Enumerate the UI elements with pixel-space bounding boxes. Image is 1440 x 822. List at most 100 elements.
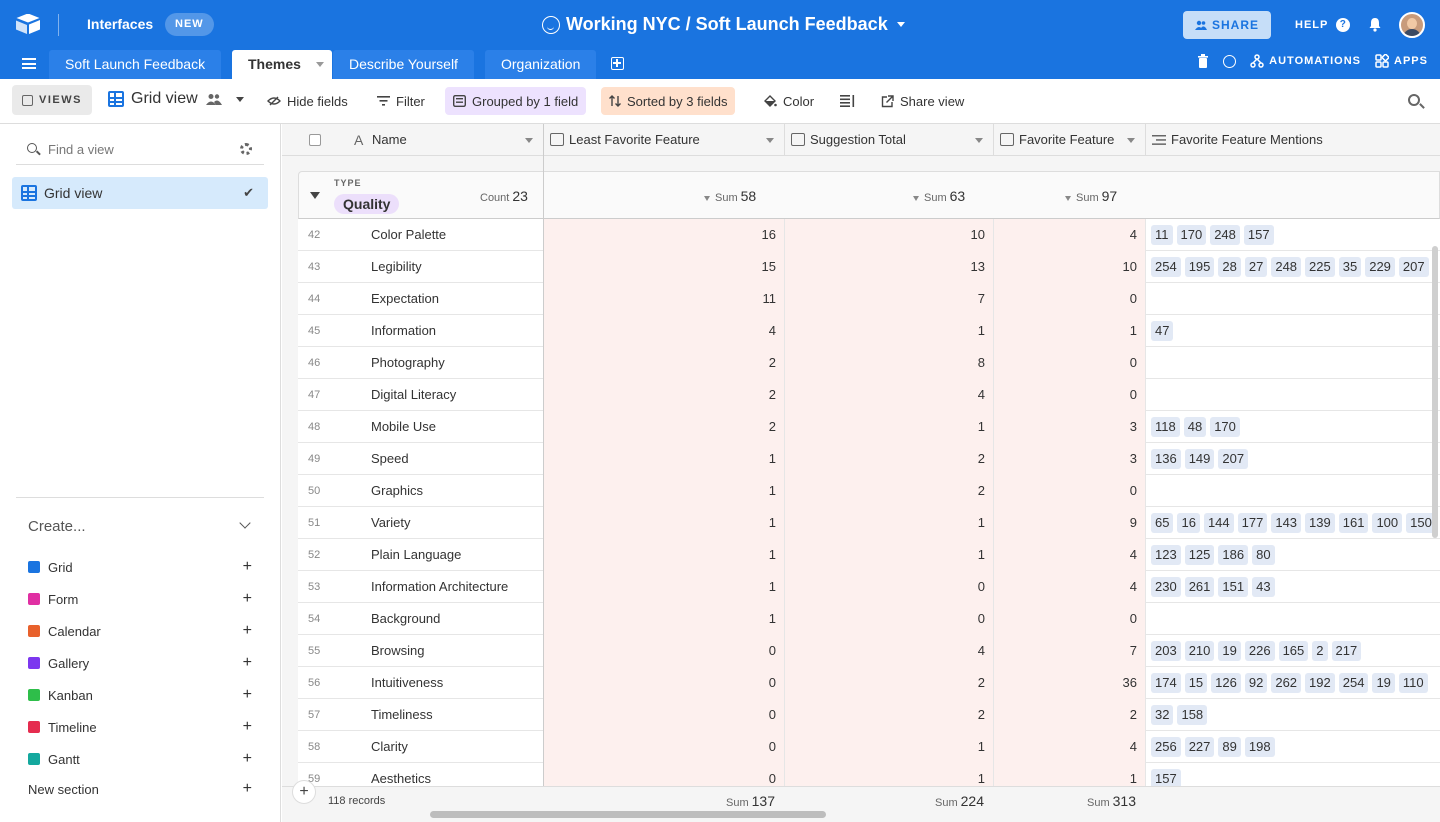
cell-suggestion[interactable]: 10	[785, 219, 994, 251]
hide-fields-button[interactable]: Hide fields	[259, 87, 356, 115]
linked-record-pill[interactable]: 27	[1244, 257, 1268, 277]
cell-name[interactable]: Legibility	[360, 251, 544, 283]
cell-least[interactable]: 2	[544, 379, 785, 411]
help-button[interactable]: HELP ?	[1295, 18, 1351, 32]
table-row[interactable]: 55 Browsing 0 4 7 203 210 19 226 165 2 217	[298, 635, 1440, 667]
vertical-scrollbar[interactable]	[1432, 246, 1438, 538]
linked-record-pill[interactable]: 136	[1151, 449, 1181, 469]
table-row[interactable]: 53 Information Architecture 1 0 4 230 261 151 43	[298, 571, 1440, 603]
linked-record-pill[interactable]: 15	[1184, 673, 1208, 693]
cell-mentions[interactable]	[1146, 379, 1440, 411]
cell-least[interactable]: 1	[544, 603, 785, 635]
linked-record-pill[interactable]: 226	[1244, 641, 1275, 661]
views-toggle-button[interactable]: VIEWS	[12, 85, 92, 115]
create-view-grid[interactable]: Grid +	[28, 558, 252, 578]
cell-favorite[interactable]: 3	[994, 443, 1146, 475]
linked-record-pill[interactable]: 161	[1338, 513, 1369, 533]
cell-favorite[interactable]: 4	[994, 571, 1146, 603]
linked-record-pill[interactable]: 158	[1177, 705, 1208, 725]
footer-sum-suggestion[interactable]: Sum 224	[935, 793, 984, 809]
table-row[interactable]: 49 Speed 1 2 3 136 149 207	[298, 443, 1440, 475]
cell-name[interactable]: Information Architecture	[360, 571, 544, 603]
linked-record-pill[interactable]: 177	[1237, 513, 1268, 533]
cell-name[interactable]: Color Palette	[360, 219, 544, 251]
group-sum-suggestion[interactable]: Sum 63	[913, 188, 965, 204]
cell-suggestion[interactable]: 7	[785, 283, 994, 315]
avatar[interactable]	[1399, 12, 1425, 38]
linked-record-pill[interactable]: 198	[1244, 737, 1275, 757]
column-header-mentions[interactable]: Favorite Feature Mentions	[1146, 124, 1440, 156]
history-icon[interactable]	[1223, 54, 1237, 68]
cell-least[interactable]: 0	[544, 731, 785, 763]
cell-mentions[interactable]: 65 16 144 177 143 139 161 100 150	[1146, 507, 1440, 539]
cell-favorite[interactable]: 0	[994, 283, 1146, 315]
cell-mentions[interactable]: 256 227 89 198	[1146, 731, 1440, 763]
linked-record-pill[interactable]: 170	[1176, 225, 1207, 245]
linked-record-pill[interactable]: 32	[1151, 705, 1174, 725]
cell-least[interactable]: 1	[544, 443, 785, 475]
table-row[interactable]: 45 Information 4 1 1 47	[298, 315, 1440, 347]
automations-button[interactable]: AUTOMATIONS	[1250, 54, 1361, 68]
linked-record-pill[interactable]: 256	[1151, 737, 1181, 757]
tab-themes[interactable]: Themes	[232, 50, 332, 79]
add-table-icon[interactable]	[611, 57, 624, 70]
column-header-favorite-feature[interactable]: Favorite Feature	[994, 124, 1146, 156]
cell-name[interactable]: Background	[360, 603, 544, 635]
table-row[interactable]: 42 Color Palette 16 10 4 11 170 248 157	[298, 219, 1440, 251]
linked-record-pill[interactable]: 35	[1338, 257, 1362, 277]
linked-record-pill[interactable]: 19	[1218, 641, 1241, 661]
cell-least[interactable]: 1	[544, 539, 785, 571]
linked-record-pill[interactable]: 254	[1151, 257, 1181, 277]
linked-record-pill[interactable]: 165	[1278, 641, 1309, 661]
linked-record-pill[interactable]: 100	[1372, 513, 1403, 533]
find-view-input[interactable]: Find a view	[16, 137, 264, 165]
create-view-form[interactable]: Form +	[28, 590, 252, 610]
cell-mentions[interactable]: 11 170 248 157	[1146, 219, 1440, 251]
linked-record-pill[interactable]: 47	[1151, 321, 1174, 341]
chevron-down-icon[interactable]	[975, 138, 983, 143]
linked-record-pill[interactable]: 261	[1184, 577, 1215, 597]
cell-suggestion[interactable]: 2	[785, 699, 994, 731]
cell-mentions[interactable]: 230 261 151 43	[1146, 571, 1440, 603]
cell-favorite[interactable]: 4	[994, 219, 1146, 251]
linked-record-pill[interactable]: 225	[1305, 257, 1335, 277]
table-row[interactable]: 47 Digital Literacy 2 4 0	[298, 379, 1440, 411]
cell-mentions[interactable]: 123 125 186 80	[1146, 539, 1440, 571]
linked-record-pill[interactable]: 248	[1271, 257, 1302, 277]
cell-least[interactable]: 2	[544, 347, 785, 379]
cell-least[interactable]: 0	[544, 667, 785, 699]
table-row[interactable]: 56 Intuitiveness 0 2 36 174 15 126 92 262 192 254 19…	[298, 667, 1440, 699]
linked-record-pill[interactable]: 227	[1184, 737, 1215, 757]
cell-least[interactable]: 1	[544, 571, 785, 603]
sort-button[interactable]: Sorted by 3 fields	[601, 87, 736, 115]
search-icon[interactable]	[1408, 94, 1420, 106]
color-button[interactable]: Color	[755, 87, 822, 115]
cell-mentions[interactable]: 174 15 126 92 262 192 254 19 110	[1146, 667, 1440, 699]
cell-mentions[interactable]	[1146, 603, 1440, 635]
interfaces-link[interactable]: Interfaces	[87, 16, 153, 32]
create-view-gallery[interactable]: Gallery +	[28, 654, 252, 674]
share-button[interactable]: SHARE	[1183, 11, 1271, 39]
cell-favorite[interactable]: 9	[994, 507, 1146, 539]
linked-record-pill[interactable]: 125	[1184, 545, 1215, 565]
linked-record-pill[interactable]: 174	[1151, 673, 1181, 693]
trash-icon[interactable]	[1197, 54, 1209, 68]
column-header-name[interactable]: A Name	[344, 124, 544, 156]
cell-least[interactable]: 0	[544, 699, 785, 731]
linked-record-pill[interactable]: 186	[1218, 545, 1249, 565]
cell-suggestion[interactable]: 2	[785, 443, 994, 475]
cell-name[interactable]: Information	[360, 315, 544, 347]
cell-name[interactable]: Browsing	[360, 635, 544, 667]
cell-name[interactable]: Mobile Use	[360, 411, 544, 443]
cell-mentions[interactable]	[1146, 347, 1440, 379]
footer-sum-favorite[interactable]: Sum 313	[1087, 793, 1136, 809]
linked-record-pill[interactable]: 170	[1210, 417, 1240, 437]
table-row[interactable]: 50 Graphics 1 2 0	[298, 475, 1440, 507]
linked-record-pill[interactable]: 192	[1305, 673, 1335, 693]
linked-record-pill[interactable]: 157	[1243, 225, 1274, 245]
linked-record-pill[interactable]: 123	[1151, 545, 1181, 565]
add-record-button[interactable]: +	[292, 780, 316, 804]
cell-suggestion[interactable]: 4	[785, 635, 994, 667]
footer-sum-least[interactable]: Sum 137	[726, 793, 775, 809]
cell-mentions[interactable]: 254 195 28 27 248 225 35 229 207	[1146, 251, 1440, 283]
